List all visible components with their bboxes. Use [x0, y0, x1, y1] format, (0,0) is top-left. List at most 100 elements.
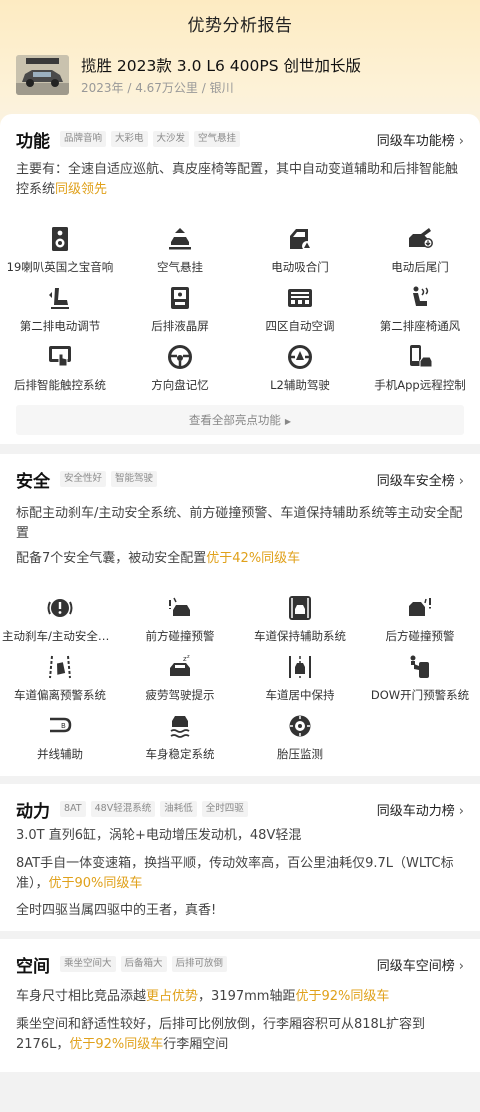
- feature-label: 四区自动空调: [265, 319, 335, 333]
- feature-tag: 品牌音响: [60, 131, 107, 147]
- dow-icon: [410, 655, 429, 678]
- feature-label: 后排智能触控系统: [14, 378, 106, 392]
- space-description-2: 乘坐空间和舒适性较好，后排可比例放倒，行李厢容积可从818L扩容到2176L，优…: [16, 1015, 466, 1055]
- seat-ventilation-icon: [413, 286, 429, 306]
- car-name: 揽胜 2023款 3.0 L6 400PS 创世加长版: [81, 56, 361, 75]
- space-tag: 乘坐空间大: [60, 956, 116, 972]
- feature-item[interactable]: 第二排座椅通风: [360, 285, 480, 344]
- safety-item[interactable]: 前方碰撞预警: [120, 595, 240, 654]
- air-suspension-icon: [169, 228, 191, 250]
- safety-item[interactable]: 主动刹车/主动安全系统: [0, 595, 120, 654]
- space-desc-text: ，3197mm轴距: [198, 989, 296, 1004]
- safety-label: 车身稳定系统: [145, 747, 215, 761]
- feature-item[interactable]: 手机App远程控制: [360, 344, 480, 403]
- lane-keep-icon: [289, 596, 311, 620]
- safety-item[interactable]: 车道偏离预警系统: [0, 654, 120, 713]
- power-tag: 48V轻混系统: [90, 801, 156, 817]
- feature-tag: 大彩电: [111, 131, 148, 147]
- feature-item[interactable]: 电动吸合门: [240, 226, 360, 285]
- feature-item[interactable]: 19喇叭英国之宝音响: [0, 226, 120, 285]
- space-rank-link[interactable]: 同级车空间榜 ›: [377, 955, 464, 974]
- safety-desc-text: 配备7个安全气囊，被动安全配置: [16, 551, 207, 566]
- view-all-features-button[interactable]: 查看全部亮点功能 ▶: [16, 405, 464, 435]
- car-summary: 揽胜 2023款 3.0 L6 400PS 创世加长版 2023年 / 4.67…: [16, 48, 464, 102]
- power-description-1: 3.0T 直列6缸，涡轮+电动增压发动机，48V轻混: [16, 828, 302, 843]
- feature-item[interactable]: 方向盘记忆: [120, 344, 240, 403]
- safety-header: 安全 安全性好 智能驾驶 同级车安全榜 ›: [16, 468, 464, 492]
- features-rank-link[interactable]: 同级车功能榜 ›: [377, 130, 464, 149]
- feature-item[interactable]: 后排智能触控系统: [0, 344, 120, 403]
- rear-collision-icon: [409, 598, 431, 616]
- feature-label: 空气悬挂: [157, 260, 203, 274]
- safety-item[interactable]: 车道居中保持: [240, 654, 360, 713]
- feature-item[interactable]: 后排液晶屏: [120, 285, 240, 344]
- safety-item[interactable]: DOW开门预警系统: [360, 654, 480, 713]
- safety-desc-highlight: 优于42%同级车: [206, 551, 301, 566]
- features-icon-grid: 19喇叭英国之宝音响 空气悬挂 电动吸合门 电动后尾门 第二排电动调节 后排液晶…: [0, 226, 480, 403]
- power-tag: 全时四驱: [201, 801, 248, 817]
- power-seat-icon: [49, 288, 69, 309]
- feature-label: 电动吸合门: [271, 260, 329, 274]
- features-rank-label: 同级车功能榜: [376, 134, 455, 149]
- svg-text:B: B: [61, 722, 66, 730]
- feature-item[interactable]: 电动后尾门: [360, 226, 480, 285]
- feature-label: 后排液晶屏: [151, 319, 209, 333]
- feature-item[interactable]: 第二排电动调节: [0, 285, 120, 344]
- features-section: 功能 品牌音响 大彩电 大沙发 空气悬挂 同级车功能榜 › 主要有：全速自适应巡航…: [0, 114, 480, 444]
- safety-tag: 安全性好: [60, 471, 107, 487]
- space-desc-highlight: 优于92%同级车: [69, 1037, 164, 1052]
- power-section: 动力 8AT 48V轻混系统 油耗低 全时四驱 同级车动力榜 › 3.0T 直列6…: [0, 784, 480, 931]
- safety-label: 并线辅助: [37, 747, 83, 761]
- power-rank-link[interactable]: 同级车动力榜 ›: [377, 800, 464, 819]
- safety-label: 胎压监测: [277, 747, 323, 761]
- power-description-2: 8AT手自一体变速箱，换挡平顺，传动效率高，百公里油耗仅9.7L（WLTC标准）…: [16, 854, 466, 894]
- feature-item[interactable]: 空气悬挂: [120, 226, 240, 285]
- power-header: 动力 8AT 48V轻混系统 油耗低 全时四驱 同级车动力榜 ›: [16, 798, 464, 822]
- car-meta: 2023年 / 4.67万公里 / 银川: [81, 80, 234, 95]
- safety-item[interactable]: B 并线辅助: [0, 713, 120, 772]
- chevron-right-icon: ›: [458, 804, 464, 819]
- power-tailgate-icon: [409, 228, 433, 248]
- power-desc-highlight: 优于90%同级车: [48, 876, 143, 891]
- feature-label: 第二排座椅通风: [379, 319, 461, 333]
- power-title: 动力: [16, 801, 50, 822]
- safety-item[interactable]: zz 疲劳驾驶提示: [120, 654, 240, 713]
- safety-rank-label: 同级车安全榜: [376, 474, 455, 489]
- stability-icon: [170, 716, 190, 738]
- safety-label: 前方碰撞预警: [145, 629, 215, 643]
- feature-item[interactable]: L2辅助驾驶: [240, 344, 360, 403]
- caret-right-icon: ▶: [284, 417, 292, 426]
- feature-item[interactable]: 四区自动空调: [240, 285, 360, 344]
- space-title: 空间: [16, 956, 50, 977]
- lane-center-icon: [289, 656, 311, 678]
- feature-label: 手机App远程控制: [374, 378, 466, 392]
- space-desc-text: 行李厢空间: [163, 1037, 229, 1052]
- active-brake-icon: [47, 599, 73, 617]
- chevron-right-icon: ›: [458, 134, 464, 149]
- climate-icon: [288, 289, 312, 307]
- safety-title: 安全: [16, 471, 50, 492]
- safety-item[interactable]: 车道保持辅助系统: [240, 595, 360, 654]
- blind-spot-icon: B: [50, 717, 72, 733]
- safety-item[interactable]: 车身稳定系统: [120, 713, 240, 772]
- space-header: 空间 乘坐空间大 后备箱大 后排可放倒 同级车空间榜 ›: [16, 953, 464, 977]
- features-desc-highlight: 同级领先: [55, 182, 108, 197]
- car-thumbnail[interactable]: [16, 55, 69, 95]
- safety-label: DOW开门预警系统: [370, 688, 470, 702]
- safety-label: 车道居中保持: [265, 688, 335, 702]
- safety-label: 主动刹车/主动安全系统: [2, 629, 118, 643]
- safety-section: 安全 安全性好 智能驾驶 同级车安全榜 › 标配主动刹车/主动安全系统、前方碰撞预…: [0, 454, 480, 776]
- power-rank-label: 同级车动力榜: [376, 804, 455, 819]
- safety-item[interactable]: 胎压监测: [240, 713, 360, 772]
- safety-item[interactable]: 后方碰撞预警: [360, 595, 480, 654]
- safety-label: 车道偏离预警系统: [14, 688, 106, 702]
- features-title: 功能: [16, 131, 50, 152]
- safety-rank-link[interactable]: 同级车安全榜 ›: [377, 470, 464, 489]
- safety-description-1: 标配主动刹车/主动安全系统、前方碰撞预警、车道保持辅助系统等主动安全配置: [16, 506, 463, 541]
- phone-app-icon: [410, 345, 433, 368]
- features-header: 功能 品牌音响 大彩电 大沙发 空气悬挂 同级车功能榜 ›: [16, 128, 464, 152]
- power-tag: 8AT: [60, 801, 86, 817]
- safety-description-2: 配备7个安全气囊，被动安全配置优于42%同级车: [16, 549, 466, 569]
- space-desc-highlight: 优于92%同级车: [295, 989, 390, 1004]
- safety-icon-grid: 主动刹车/主动安全系统 前方碰撞预警 车道保持辅助系统 后方碰撞预警 车道偏离预…: [0, 595, 480, 772]
